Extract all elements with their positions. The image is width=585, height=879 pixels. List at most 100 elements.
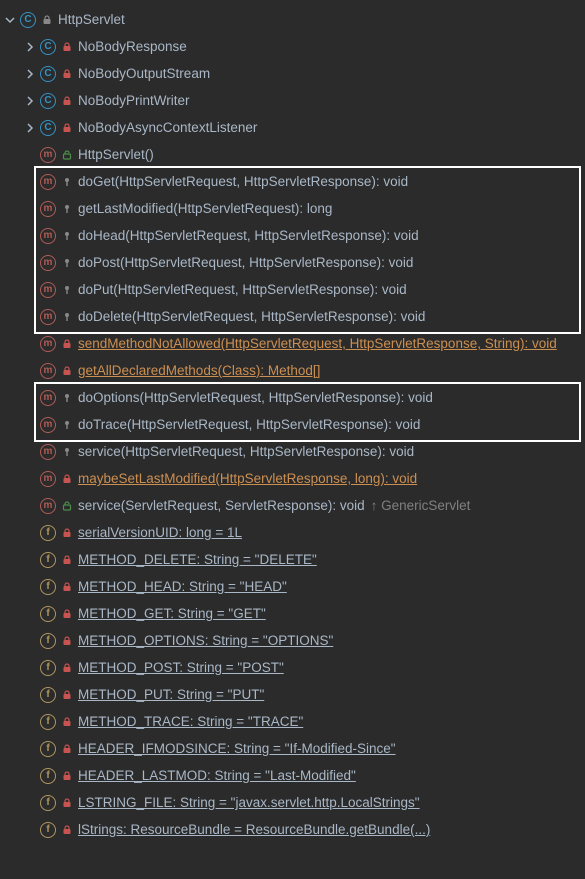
lock-icon: [62, 69, 72, 79]
chevron-right-icon[interactable]: [24, 42, 36, 52]
open-lock-icon: [62, 501, 72, 511]
inherit-label: ↑ GenericServlet: [371, 492, 471, 519]
tree-row[interactable]: mdoPost(HttpServletRequest, HttpServletR…: [4, 249, 585, 276]
field-icon: f: [40, 768, 56, 784]
tree-row-label: NoBodyResponse: [78, 33, 187, 60]
chevron-right-icon[interactable]: [24, 69, 36, 79]
tree-row-label: NoBodyOutputStream: [78, 60, 210, 87]
tree-row[interactable]: CNoBodyOutputStream: [4, 60, 585, 87]
tree-row[interactable]: fMETHOD_HEAD: String = "HEAD": [4, 573, 585, 600]
tree-row-label: METHOD_POST: String = "POST": [78, 654, 284, 681]
method-icon: m: [40, 417, 56, 433]
tree-row[interactable]: fMETHOD_POST: String = "POST": [4, 654, 585, 681]
lock-icon: [62, 636, 72, 646]
tree-row[interactable]: f METHOD_PUT: String = "PUT": [4, 681, 585, 708]
field-icon: f: [40, 633, 56, 649]
method-icon: m: [40, 363, 56, 379]
tree-row[interactable]: fMETHOD_DELETE: String = "DELETE": [4, 546, 585, 573]
tree-row-label: doOptions(HttpServletRequest, HttpServle…: [78, 384, 433, 411]
lock-icon: [42, 15, 52, 25]
key-icon: [62, 177, 72, 187]
key-icon: [62, 393, 72, 403]
method-icon: m: [40, 228, 56, 244]
tree-row-label: HttpServlet(): [78, 141, 154, 168]
class-icon: C: [40, 120, 56, 136]
lock-icon: [62, 690, 72, 700]
tree-row-label: getAllDeclaredMethods(Class): Method[]: [78, 357, 320, 384]
tree-row[interactable]: f HEADER_LASTMOD: String = "Last-Modified…: [4, 762, 585, 789]
tree-row[interactable]: m doOptions(HttpServletRequest, HttpServl…: [4, 384, 585, 411]
lock-icon: [62, 744, 72, 754]
tree-row[interactable]: mdoTrace(HttpServletRequest, HttpServlet…: [4, 411, 585, 438]
tree-row-label: LSTRING_FILE: String = "javax.servlet.ht…: [78, 789, 420, 816]
tree-row-label: METHOD_PUT: String = "PUT": [78, 681, 264, 708]
tree-row-label: doGet(HttpServletRequest, HttpServletRes…: [78, 168, 408, 195]
lock-icon: [62, 609, 72, 619]
method-icon: m: [40, 444, 56, 460]
tree-row[interactable]: C NoBodyPrintWriter: [4, 87, 585, 114]
tree-row[interactable]: msendMethodNotAllowed(HttpServletRequest…: [4, 330, 585, 357]
tree-row[interactable]: fMETHOD_TRACE: String = "TRACE": [4, 708, 585, 735]
tree-row[interactable]: m maybeSetLastModified(HttpServletRespons…: [4, 465, 585, 492]
tree-row[interactable]: m getAllDeclaredMethods(Class): Method[]: [4, 357, 585, 384]
chevron-right-icon[interactable]: [24, 96, 36, 106]
tree-row[interactable]: m doGet(HttpServletRequest, HttpServletRe…: [4, 168, 585, 195]
lock-icon: [62, 42, 72, 52]
tree-row[interactable]: mservice(HttpServletRequest, HttpServlet…: [4, 438, 585, 465]
lock-icon: [62, 555, 72, 565]
tree-row[interactable]: mservice(ServletRequest, ServletResponse…: [4, 492, 585, 519]
tree-row[interactable]: m doPut(HttpServletRequest, HttpServletRe…: [4, 276, 585, 303]
key-icon: [62, 204, 72, 214]
tree-row[interactable]: CNoBodyAsyncContextListener: [4, 114, 585, 141]
lock-icon: [62, 123, 72, 133]
tree-row[interactable]: m doDelete(HttpServletRequest, HttpServle…: [4, 303, 585, 330]
field-icon: f: [40, 606, 56, 622]
key-icon: [62, 231, 72, 241]
tree-row-label: METHOD_OPTIONS: String = "OPTIONS": [78, 627, 333, 654]
tree-row[interactable]: C NoBodyResponse: [4, 33, 585, 60]
tree-row-label: METHOD_DELETE: String = "DELETE": [78, 546, 317, 573]
tree-row[interactable]: mgetLastModified(HttpServletRequest): lo…: [4, 195, 585, 222]
tree-row-label: NoBodyPrintWriter: [78, 87, 190, 114]
method-icon: m: [40, 201, 56, 217]
class-icon: C: [40, 39, 56, 55]
method-icon: m: [40, 174, 56, 190]
tree-row-label: METHOD_HEAD: String = "HEAD": [78, 573, 287, 600]
chevron-right-icon[interactable]: [24, 123, 36, 133]
lock-icon: [62, 96, 72, 106]
tree-row[interactable]: flStrings: ResourceBundle = ResourceBund…: [4, 816, 585, 843]
method-icon: m: [40, 309, 56, 325]
structure-tree[interactable]: C HttpServlet CNoBodyResponseCNoBodyOutp…: [0, 0, 585, 847]
tree-row-label: service(ServletRequest, ServletResponse)…: [78, 492, 365, 519]
field-icon: f: [40, 525, 56, 541]
tree-row[interactable]: f METHOD_GET: String = "GET": [4, 600, 585, 627]
method-icon: m: [40, 147, 56, 163]
tree-row-label: doPut(HttpServletRequest, HttpServletRes…: [78, 276, 407, 303]
method-icon: m: [40, 471, 56, 487]
tree-row-label: doPost(HttpServletRequest, HttpServletRe…: [78, 249, 413, 276]
tree-row[interactable]: f LSTRING_FILE: String = "javax.servlet.h…: [4, 789, 585, 816]
tree-row-label: maybeSetLastModified(HttpServletResponse…: [78, 465, 417, 492]
field-icon: f: [40, 795, 56, 811]
tree-row[interactable]: fHEADER_IFMODSINCE: String = "If-Modifie…: [4, 735, 585, 762]
chevron-down-icon[interactable]: [4, 15, 16, 25]
tree-row[interactable]: m doHead(HttpServletRequest, HttpServletR…: [4, 222, 585, 249]
tree-row-label: HEADER_IFMODSINCE: String = "If-Modified…: [78, 735, 396, 762]
tree-row-root[interactable]: C HttpServlet: [4, 6, 585, 33]
tree-row-label: doHead(HttpServletRequest, HttpServletRe…: [78, 222, 419, 249]
key-icon: [62, 258, 72, 268]
lock-icon: [62, 366, 72, 376]
tree-row[interactable]: fserialVersionUID: long = 1L: [4, 519, 585, 546]
tree-row-label: HEADER_LASTMOD: String = "Last-Modified": [78, 762, 356, 789]
tree-row-label: METHOD_GET: String = "GET": [78, 600, 266, 627]
method-icon: m: [40, 390, 56, 406]
tree-row[interactable]: m HttpServlet(): [4, 141, 585, 168]
tree-row[interactable]: f METHOD_OPTIONS: String = "OPTIONS": [4, 627, 585, 654]
lock-icon: [62, 663, 72, 673]
key-icon: [62, 447, 72, 457]
class-icon: C: [40, 93, 56, 109]
tree-row-label: doDelete(HttpServletRequest, HttpServlet…: [78, 303, 425, 330]
method-icon: m: [40, 282, 56, 298]
field-icon: f: [40, 687, 56, 703]
tree-row-label: METHOD_TRACE: String = "TRACE": [78, 708, 303, 735]
